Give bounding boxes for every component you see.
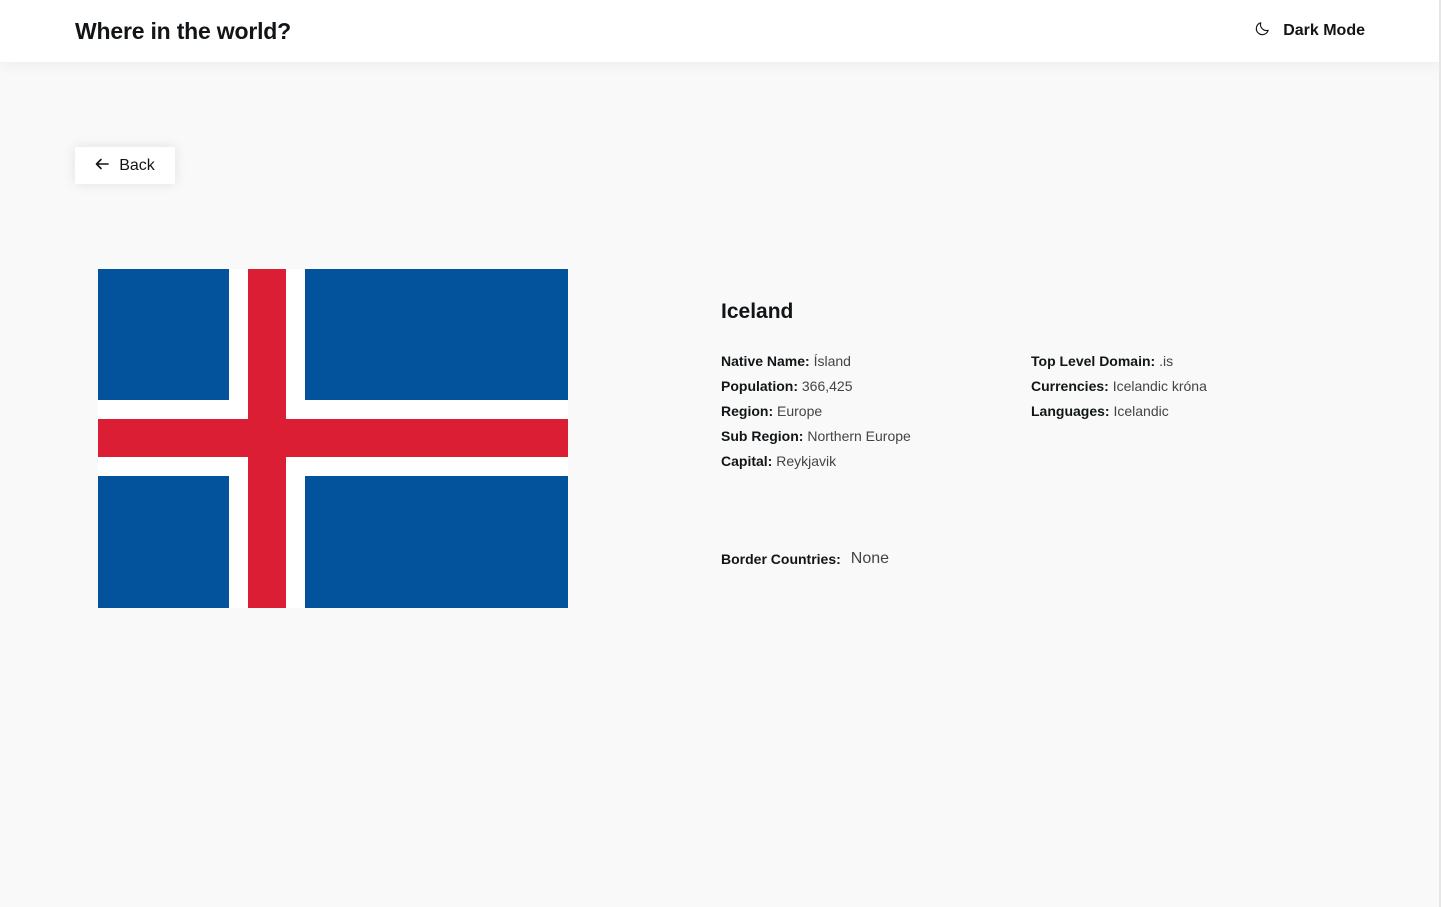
moon-icon xyxy=(1254,20,1271,42)
country-flag xyxy=(98,269,568,608)
flag-red-cross-horizontal xyxy=(98,419,568,457)
detail-capital: Capital: Reykjavik xyxy=(721,453,837,469)
border-countries: Border Countries: None xyxy=(721,550,889,568)
detail-native-name: Native Name: Ísland xyxy=(721,353,851,369)
details-right-column: Top Level Domain: .is Currencies: Icelan… xyxy=(1031,349,1341,474)
arrow-left-icon xyxy=(95,157,110,175)
dark-mode-toggle[interactable]: Dark Mode xyxy=(1254,20,1365,42)
border-countries-label: Border Countries: xyxy=(721,551,841,567)
detail-region: Region: Europe xyxy=(721,403,823,419)
detail-currencies: Currencies: Icelandic króna xyxy=(1031,378,1207,394)
detail-top-level-domain: Top Level Domain: .is xyxy=(1031,353,1174,369)
detail-population: Population: 366,425 xyxy=(721,378,853,394)
country-name: Iceland xyxy=(721,300,794,323)
details-left-column: Native Name: Ísland Population: 366,425 … xyxy=(721,349,1031,474)
app-header: Where in the world? Dark Mode xyxy=(0,0,1441,62)
country-details: Iceland Native Name: Ísland Population: … xyxy=(721,300,1341,474)
back-button[interactable]: Back xyxy=(75,147,175,184)
app-title: Where in the world? xyxy=(75,17,291,44)
detail-languages: Languages: Icelandic xyxy=(1031,403,1169,419)
border-countries-value: None xyxy=(850,550,890,567)
dark-mode-label: Dark Mode xyxy=(1283,22,1365,39)
detail-sub-region: Sub Region: Northern Europe xyxy=(721,428,911,444)
back-label: Back xyxy=(119,156,155,174)
